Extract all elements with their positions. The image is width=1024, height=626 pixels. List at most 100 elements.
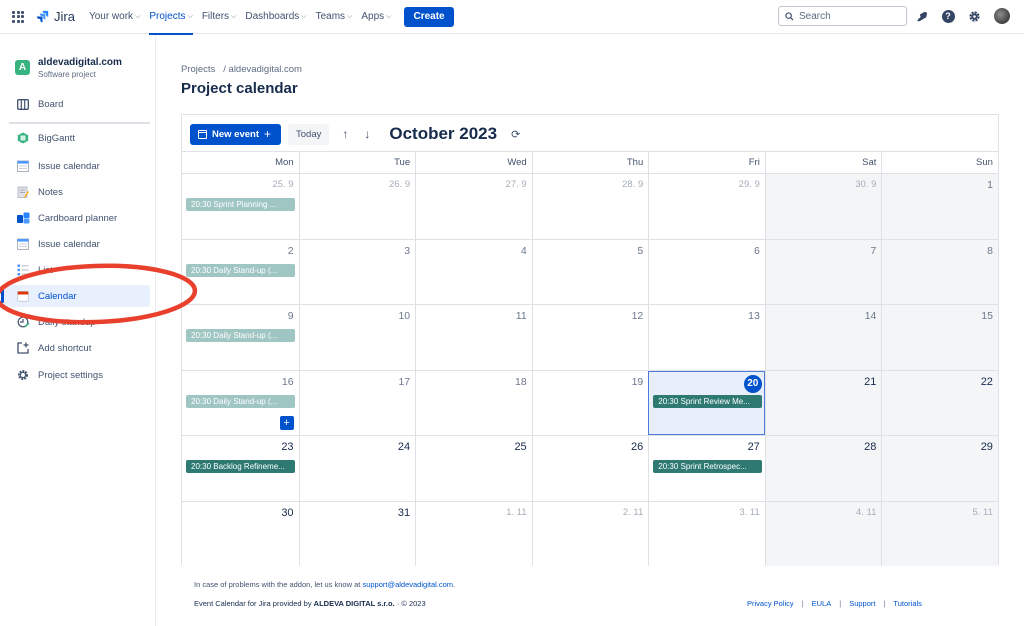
day-number: 15 <box>981 310 993 322</box>
day-cell[interactable]: 3. 11 <box>648 501 765 566</box>
day-number: 29. 9 <box>738 179 760 190</box>
day-cell[interactable]: 2. 11 <box>531 501 649 566</box>
day-cell[interactable]: 16 20:30 Daily Stand-up (... + <box>182 370 299 435</box>
calendar-event[interactable]: 20:30 Sprint Retrospec... <box>653 460 763 473</box>
calendar-event[interactable]: 20:30 Daily Stand-up (... <box>186 394 295 408</box>
sidebar-item-notes[interactable]: Notes <box>4 181 150 203</box>
nav-dashboards[interactable]: Dashboards ⌵ <box>245 0 306 34</box>
day-cell[interactable]: 28. 9 <box>531 174 649 239</box>
day-cell[interactable]: 6 <box>648 239 765 304</box>
day-cell[interactable]: 21 <box>764 370 882 435</box>
nav-filters[interactable]: Filters ⌵ <box>202 0 237 34</box>
sidebar-item-add-shortcut[interactable]: Add shortcut <box>4 337 150 359</box>
day-number: 29 <box>980 441 993 453</box>
nav-teams[interactable]: Teams ⌵ <box>316 0 353 34</box>
day-cell[interactable]: 31 <box>298 501 416 566</box>
user-avatar[interactable] <box>994 8 1010 24</box>
sidebar-item-calendar[interactable]: Calendar <box>1 285 150 307</box>
project-avatar: A <box>15 60 30 75</box>
day-cell[interactable]: 15 <box>881 305 998 370</box>
day-cell[interactable]: 12 <box>531 305 649 370</box>
day-cell[interactable]: 30. 9 <box>764 174 882 239</box>
day-cell[interactable]: 13 <box>648 305 765 370</box>
calendar-event[interactable]: 20:30 Backlog Refineme... <box>186 460 295 473</box>
day-cell[interactable]: 3 <box>298 239 416 304</box>
breadcrumb-project[interactable]: aldevadigital.com <box>229 64 302 75</box>
day-cell[interactable]: 26 <box>531 436 649 501</box>
sidebar-item-label: Add shortcut <box>38 342 92 354</box>
create-button[interactable]: Create <box>404 6 454 27</box>
day-cell[interactable]: 25. 9 20:30 Sprint Planning ... <box>182 174 299 239</box>
calendar-icon <box>198 129 207 139</box>
day-cell[interactable]: 5 <box>531 239 649 304</box>
sidebar-item-project-settings[interactable]: Project settings <box>4 364 150 386</box>
previous-month-arrow-icon[interactable]: ↑ <box>339 127 351 141</box>
support-email-link[interactable]: support@aldevadigital.com <box>362 580 453 589</box>
day-cell[interactable]: 7 <box>764 239 882 304</box>
refresh-icon[interactable]: ⟳ <box>511 128 520 141</box>
day-number: 16 <box>281 375 294 388</box>
search-input[interactable] <box>799 10 899 22</box>
day-cell[interactable]: 4. 11 <box>764 501 882 566</box>
add-event-plus-button[interactable]: + <box>279 416 294 430</box>
day-cell[interactable]: 29. 9 <box>648 174 765 239</box>
day-cell[interactable]: 14 <box>764 305 882 370</box>
day-cell[interactable]: 18 <box>415 370 532 435</box>
app-switcher-icon[interactable] <box>12 10 24 23</box>
footer-problem-text: In case of problems with the addon, let … <box>194 580 361 589</box>
next-month-arrow-icon[interactable]: ↓ <box>361 127 373 141</box>
sidebar-item-issue-calendar[interactable]: Issue calendar <box>4 155 150 177</box>
sidebar-item-biggantt[interactable]: BigGantt <box>4 127 150 149</box>
day-cell[interactable]: 30 <box>182 501 299 566</box>
footer-link-support[interactable]: Support <box>849 599 875 608</box>
day-cell[interactable]: 27 20:30 Sprint Retrospec... <box>648 436 765 501</box>
day-cell[interactable]: 11 <box>415 305 532 370</box>
nav-apps[interactable]: Apps ⌵ <box>361 0 391 34</box>
jira-logo[interactable]: Jira <box>36 9 75 24</box>
sidebar-item-board[interactable]: Board <box>4 93 150 115</box>
day-cell[interactable]: 9 20:30 Daily Stand-up (... <box>182 305 299 370</box>
day-cell-today[interactable]: 20 20:30 Sprint Review Me... <box>648 370 765 435</box>
day-cell[interactable]: 4 <box>415 239 532 304</box>
footer-link-eula[interactable]: EULA <box>812 599 832 608</box>
day-cell[interactable]: 26. 9 <box>298 174 416 239</box>
sidebar-item-label: Cardboard planner <box>38 212 118 224</box>
sidebar-item-cardboard-planner[interactable]: Cardboard planner <box>4 207 150 229</box>
sidebar-item-issue-calendar[interactable]: Issue calendar <box>4 233 150 255</box>
day-cell[interactable]: 27. 9 <box>415 174 532 239</box>
calendar-event[interactable]: 20:30 Sprint Planning ... <box>186 198 295 211</box>
calendar-event[interactable]: 20:30 Sprint Review Me... <box>653 394 763 408</box>
day-cell[interactable]: 1. 11 <box>415 501 532 566</box>
day-cell[interactable]: 1 <box>881 174 998 239</box>
day-cell[interactable]: 22 <box>881 370 998 435</box>
day-cell[interactable]: 29 <box>881 436 998 501</box>
notifications-icon[interactable] <box>915 9 929 23</box>
day-cell[interactable]: 25 <box>415 436 532 501</box>
calendar-event[interactable]: 20:30 Daily Stand-up (... <box>186 329 295 342</box>
breadcrumb-projects[interactable]: Projects <box>181 64 215 75</box>
sidebar-item-list[interactable]: List <box>4 259 150 281</box>
help-icon[interactable]: ? <box>941 9 955 23</box>
project-header[interactable]: A aldevadigital.com Software project <box>15 57 122 79</box>
day-cell[interactable]: 19 <box>531 370 649 435</box>
sidebar-item-label: Board <box>38 98 64 110</box>
brand-name: Jira <box>54 9 75 24</box>
settings-gear-icon[interactable] <box>967 9 981 23</box>
nav-projects[interactable]: Projects ⌵ <box>149 0 194 35</box>
footer-link-tutorials[interactable]: Tutorials <box>893 599 921 608</box>
day-cell[interactable]: 28 <box>764 436 882 501</box>
nav-your-work[interactable]: Your work ⌵ <box>89 0 140 34</box>
search-box[interactable] <box>778 6 907 26</box>
calendar-event[interactable]: 20:30 Daily Stand-up (... <box>186 263 295 277</box>
day-cell[interactable]: 8 <box>881 239 998 304</box>
day-cell[interactable]: 2 20:30 Daily Stand-up (... <box>182 239 299 304</box>
today-button[interactable]: Today <box>288 123 330 145</box>
day-cell[interactable]: 24 <box>298 436 416 501</box>
day-cell[interactable]: 10 <box>298 305 416 370</box>
day-cell[interactable]: 23 20:30 Backlog Refineme... <box>182 436 299 501</box>
day-cell[interactable]: 5. 11 <box>881 501 998 566</box>
day-cell[interactable]: 17 <box>298 370 416 435</box>
sidebar-item-daily-standup[interactable]: Daily standup <box>4 311 150 333</box>
footer-link-privacy-policy[interactable]: Privacy Policy <box>747 599 794 608</box>
new-event-button[interactable]: New event + <box>190 123 282 145</box>
